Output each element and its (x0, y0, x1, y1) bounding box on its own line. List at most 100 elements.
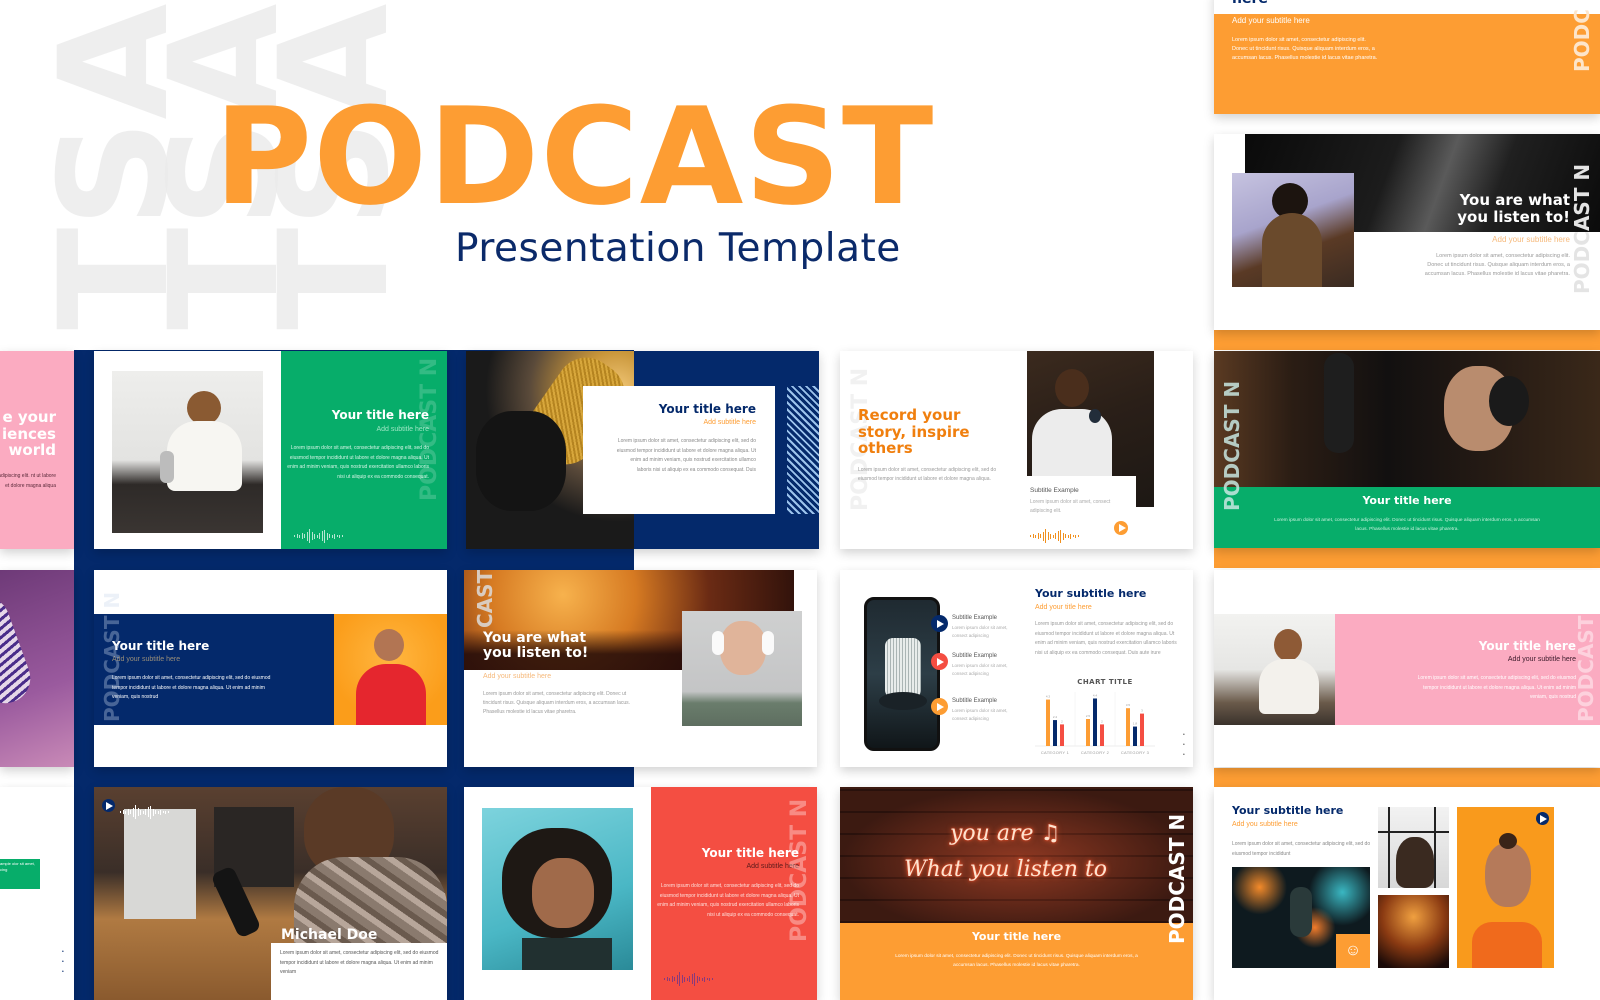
feature-title: Subtitle Example (952, 615, 998, 621)
slide-green-title[interactable]: Your title here Add subtitle here Lorem … (94, 351, 447, 549)
wave-bar (709, 977, 710, 981)
wave-bar (167, 811, 169, 813)
slide-pink-banner[interactable]: Your title here Add your subtitle here L… (1214, 570, 1600, 767)
slide-concert[interactable]: You are what you listen to! Add your sub… (464, 570, 817, 767)
wave-bar (319, 533, 320, 539)
slide-title: You are what you listen to! (483, 630, 588, 662)
slide-you-are-what[interactable]: You are what you listen to! Add your sub… (1214, 134, 1600, 330)
slide-body: Lorem ipsum dolor sit amet, consectetur … (657, 883, 799, 918)
soundwave-icon (120, 805, 169, 819)
chart-bar (1093, 698, 1097, 746)
slide-orange-title[interactable]: here Add your subtitle here Lorem ipsum … (1214, 0, 1600, 114)
slide-neon[interactable]: you are ♫ What you listen to Your title … (840, 787, 1193, 1000)
social-icons[interactable]: • • • (62, 947, 64, 977)
wave-bar (331, 534, 333, 538)
photo-detail (1388, 807, 1390, 888)
podcast-user-icon: ☺ (1336, 934, 1370, 968)
wave-bar (160, 809, 161, 815)
label-text: ample olor sit amet, cing (0, 861, 35, 872)
slide-navy-orange[interactable]: Your title here Add your subtitle here L… (94, 570, 447, 767)
slide-phone-chart[interactable]: Your subtitle here Add your title here L… (840, 570, 1193, 767)
vertical-brand-text: PODCAST N (1220, 380, 1244, 511)
slide-body: Lorem ipsum dolor sit amet, consectetur … (112, 675, 271, 700)
slide-michael-doe[interactable]: Michael Doe Lorem ipsum dolor sit amet, … (94, 787, 447, 1000)
wave-bar (157, 810, 159, 814)
wave-bar (145, 809, 146, 815)
photo-detail (1499, 833, 1517, 849)
wave-bar (1045, 529, 1046, 543)
vertical-brand-text: PODCAST N (1574, 591, 1598, 722)
wave-bar (671, 976, 673, 982)
photo-woman-window (1378, 807, 1449, 888)
chart-data-label: 4.4 (1093, 693, 1098, 697)
slide-body: Lorem ipsum dolor sit amet, consectetur … (1232, 841, 1371, 857)
slide-subtitle: Add subtitle here (703, 419, 756, 426)
photo-detail (124, 809, 196, 919)
slide-title: e your iences world (2, 409, 56, 459)
slide-body: Lorem ipsum dolor sit amet, consectetur … (1035, 621, 1177, 656)
photo-detail (356, 664, 426, 725)
play-button[interactable] (102, 799, 115, 812)
feature-play-button[interactable] (931, 615, 948, 632)
wave-bar (132, 807, 134, 817)
wave-bar (686, 977, 688, 981)
photo-woman-microphone (1232, 173, 1354, 287)
chart-bar (1133, 726, 1137, 746)
play-button[interactable] (1114, 521, 1128, 535)
slide-title: Your title here (331, 408, 429, 422)
wave-bar (309, 529, 310, 543)
wave-bar (299, 534, 300, 538)
wave-bar (1077, 535, 1079, 537)
wave-bar (296, 534, 298, 538)
card-title: Subtitle Example (1030, 487, 1079, 494)
slide-title-line: iences (2, 424, 56, 443)
play-button[interactable] (1536, 812, 1549, 825)
photo-detail (879, 692, 927, 710)
vertical-brand-text: CAST N (473, 570, 497, 628)
slide-title-line: Record your (858, 406, 961, 424)
wave-bar (155, 810, 156, 814)
slide-green-banner[interactable]: Your title here Lorem ipsum dolor sit am… (1214, 351, 1600, 548)
photo-detail (374, 629, 404, 661)
chart-category-label: CATEGORY 2 (1081, 750, 1110, 755)
feature-play-button[interactable] (931, 698, 948, 715)
slide-collage[interactable]: Your subtitle here Add you subtitle here… (1214, 787, 1600, 1000)
chart-data-label: 2 (1101, 719, 1103, 723)
soundwave-icon (1030, 529, 1079, 543)
slide-record-story[interactable]: PODCAST N Record your story, inspire oth… (840, 351, 1193, 549)
chart-category-label: CATEGORY 1 (1041, 750, 1070, 755)
slide-title-line: world (8, 441, 56, 459)
wave-bar (691, 974, 693, 984)
wave-bar (336, 535, 338, 537)
hero-title: PODCAST (214, 79, 935, 235)
slide-title-line: e your (2, 408, 56, 426)
chart-bar (1126, 708, 1130, 746)
pagination-dots[interactable]: • • • (1183, 730, 1185, 760)
photo-detail (1290, 887, 1312, 937)
wave-bar (1075, 534, 1076, 538)
wave-bar (127, 809, 129, 815)
slide-pink-partial[interactable]: e your iences world ectetur adipiscing e… (0, 351, 74, 549)
slide-body: Lorem ipsum dolor sit amet, consectetur … (1232, 37, 1378, 61)
slide-title: Your subtitle here (1232, 804, 1344, 817)
wave-bar (1032, 534, 1034, 538)
slide-title-line: you listen to! (1457, 207, 1570, 226)
slide-body: Lorem ipsum dolor sit amet, consectetur … (616, 438, 756, 473)
vertical-brand-text: PODCAST N (1570, 163, 1594, 294)
slide-subtitle: Add your subtitle here (1492, 235, 1570, 244)
feature-play-button[interactable] (931, 653, 948, 670)
chart-data-label: 3.5 (1126, 703, 1131, 707)
photo-detail (167, 421, 242, 491)
wave-bar (669, 977, 670, 981)
slide-green-partial[interactable]: ample olor sit amet, cing • • • (0, 787, 74, 1000)
slide-mic-navy[interactable]: Your title here Add subtitle here Lorem … (466, 351, 819, 549)
wave-bar (1040, 534, 1041, 538)
wave-bar (1072, 535, 1074, 537)
slide-purple-mic-partial[interactable] (0, 570, 74, 767)
slide-title: Record your story, inspire others (858, 407, 970, 457)
slide-red-title[interactable]: Your title here Add subtitle here Lorem … (464, 787, 817, 1000)
photo-detail (1324, 353, 1354, 453)
wave-bar (311, 532, 313, 540)
wave-bar (314, 533, 315, 539)
hero-subtitle: Presentation Template (455, 226, 901, 271)
